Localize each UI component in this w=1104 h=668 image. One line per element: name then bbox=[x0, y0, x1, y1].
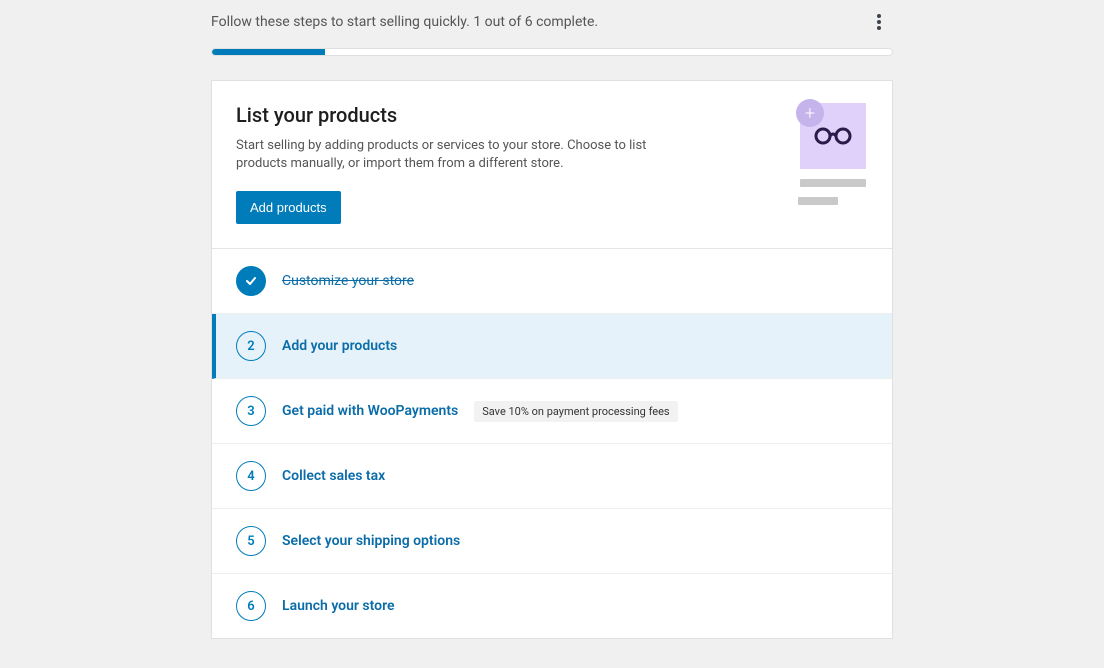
task-row-5[interactable]: 5 Select your shipping options bbox=[212, 509, 892, 574]
task-list: Customize your store 2 Add your products 3G… bbox=[212, 249, 892, 638]
check-icon bbox=[236, 266, 266, 296]
promo-badge: Save 10% on payment processing fees bbox=[474, 401, 677, 422]
step-number: 6 bbox=[236, 591, 266, 621]
progress-bar bbox=[211, 48, 893, 56]
more-menu-button[interactable] bbox=[867, 10, 891, 34]
kebab-icon bbox=[877, 20, 881, 24]
task-label: Select your shipping options bbox=[282, 533, 460, 549]
onboarding-header: Follow these steps to start selling quic… bbox=[211, 10, 893, 48]
plus-icon: + bbox=[796, 99, 824, 127]
add-products-button[interactable]: Add products bbox=[236, 191, 341, 224]
skeleton-line bbox=[798, 197, 838, 205]
task-label: Get paid with WooPayments bbox=[282, 403, 458, 419]
task-row-6[interactable]: 6 Launch your store bbox=[212, 574, 892, 638]
card-header: List your products Start selling by addi… bbox=[212, 81, 892, 249]
task-label: Collect sales tax bbox=[282, 468, 385, 484]
task-row-2[interactable]: 2 Add your products bbox=[212, 314, 892, 379]
skeleton-line bbox=[800, 179, 866, 187]
progress-fill bbox=[212, 49, 325, 55]
card-title: List your products bbox=[236, 103, 774, 127]
glasses-icon bbox=[813, 126, 853, 146]
step-number: 3 bbox=[236, 396, 266, 426]
task-label: Launch your store bbox=[282, 598, 395, 614]
onboarding-card: List your products Start selling by addi… bbox=[211, 80, 893, 639]
product-illustration: + bbox=[798, 103, 868, 224]
task-row-1[interactable]: Customize your store bbox=[212, 249, 892, 314]
task-label: Add your products bbox=[282, 338, 397, 354]
task-row-4[interactable]: 4 Collect sales tax bbox=[212, 444, 892, 509]
progress-text: Follow these steps to start selling quic… bbox=[211, 14, 598, 30]
step-number: 4 bbox=[236, 461, 266, 491]
task-label: Customize your store bbox=[282, 273, 414, 289]
task-row-3[interactable]: 3 Get paid with WooPayments Save 10% on pa… bbox=[212, 379, 892, 444]
card-description: Start selling by adding products or serv… bbox=[236, 137, 656, 173]
step-number: 2 bbox=[236, 331, 266, 361]
step-number: 5 bbox=[236, 526, 266, 556]
